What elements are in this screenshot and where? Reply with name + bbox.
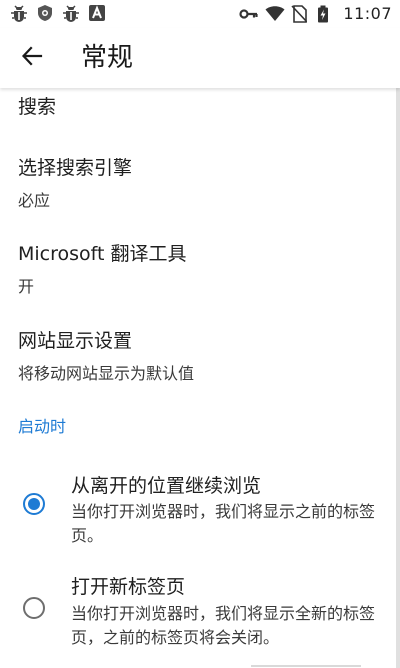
startup-option-continue[interactable]: 从离开的位置继续浏览 当你打开浏览器时，我们将显示之前的标签页。	[0, 460, 392, 554]
search-engine-title: 选择搜索引擎	[18, 157, 133, 179]
app-bar: 常规	[0, 28, 400, 88]
search-setting-row[interactable]: 搜索	[0, 88, 392, 122]
back-button[interactable]	[14, 40, 50, 76]
site-display-value: 将移动网站显示为默认值	[18, 364, 195, 383]
translator-row[interactable]: Microsoft 翻译工具 开	[0, 222, 392, 296]
key-icon	[239, 5, 258, 23]
translator-title: Microsoft 翻译工具	[18, 243, 187, 265]
startup-option-continue-description: 当你打开浏览器时，我们将显示之前的标签页。	[71, 502, 376, 545]
radio-button-selected[interactable]	[23, 493, 45, 515]
startup-option-new-tab[interactable]: 打开新标签页 当你打开浏览器时，我们将显示全新的标签页，之前的标签页将会关闭。	[0, 564, 392, 658]
startup-option-new-tab-title: 打开新标签页	[71, 576, 186, 598]
bug-icon	[10, 4, 28, 22]
a-box-icon	[88, 4, 106, 22]
search-engine-row[interactable]: 选择搜索引擎 必应	[0, 136, 392, 210]
status-bar: 11:07	[0, 0, 400, 28]
shield-icon	[36, 4, 54, 22]
status-left	[10, 4, 106, 22]
search-setting-title: 搜索	[18, 96, 57, 118]
settings-screen: 11:07 常规 搜索 选择搜索引擎 必应 Microsoft 翻译工具 开 网…	[0, 0, 400, 668]
startup-section-header: 启动时	[18, 417, 67, 436]
arrow-back-icon	[21, 45, 43, 71]
site-display-title: 网站显示设置	[18, 330, 133, 352]
status-time: 11:07	[343, 4, 392, 23]
search-engine-value: 必应	[18, 191, 51, 210]
translator-value: 开	[18, 277, 35, 296]
bug-icon	[62, 4, 80, 22]
no-sim-icon	[291, 4, 309, 23]
site-display-row[interactable]: 网站显示设置 将移动网站显示为默认值	[0, 310, 392, 384]
bottom-divider	[251, 665, 361, 667]
status-right: 11:07	[239, 4, 392, 23]
startup-option-new-tab-description: 当你打开浏览器时，我们将显示全新的标签页，之前的标签页将会关闭。	[71, 604, 376, 647]
page-title: 常规	[81, 43, 134, 73]
startup-option-continue-title: 从离开的位置继续浏览	[71, 475, 262, 497]
wifi-icon	[265, 5, 285, 23]
scrollbar[interactable]	[396, 88, 400, 668]
battery-icon	[317, 5, 335, 23]
settings-list[interactable]: 搜索 选择搜索引擎 必应 Microsoft 翻译工具 开 网站显示设置 将移动…	[0, 88, 392, 668]
radio-button-unselected[interactable]	[23, 597, 45, 619]
